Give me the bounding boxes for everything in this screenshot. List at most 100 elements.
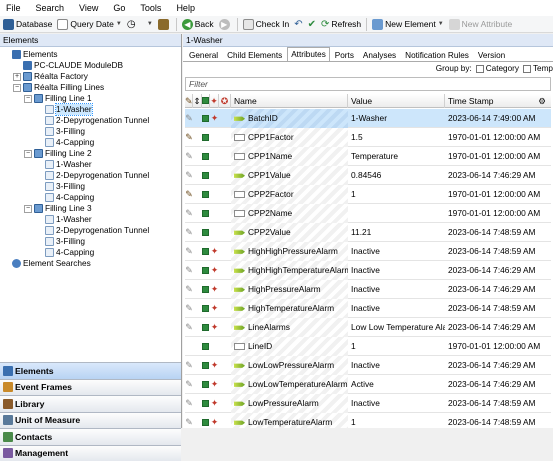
nav-item-management[interactable]: Management <box>0 445 181 461</box>
tree-node[interactable]: 1-Washer <box>35 104 92 115</box>
attribute-row[interactable]: ✎CPP1Value0.845462023-06-14 7:46:29 AM <box>185 166 551 185</box>
tree-node[interactable]: 4-Capping <box>35 247 94 258</box>
attribute-row[interactable]: ✎✦HighPressureAlarmInactive2023-06-14 7:… <box>185 280 551 299</box>
attribute-name-cell[interactable]: CPP2Value <box>231 223 348 242</box>
edit-column-pencil-icon[interactable]: ✎ <box>185 94 193 108</box>
attribute-row[interactable]: ✎✦LineAlarmsLow Low Temperature Alarm202… <box>185 318 551 337</box>
attribute-row[interactable]: ✎CPP2Factor11970-01-01 12:00:00 AM <box>185 185 551 204</box>
new-element-button[interactable]: New Element ▼ <box>372 19 444 30</box>
tree-node[interactable]: −Réalta Filling Lines <box>13 82 104 93</box>
attribute-row[interactable]: ✎✦LowLowTemperatureAlarmActive2023-06-14… <box>185 375 551 394</box>
tab-version[interactable]: Version <box>474 49 509 61</box>
expand-icon[interactable]: + <box>13 73 21 81</box>
attribute-name-cell[interactable]: CPP1Name <box>231 147 348 166</box>
tree-node[interactable]: 2-Depyrogenation Tunnel <box>35 170 149 181</box>
attribute-row[interactable]: ✎✦LowTemperatureAlarm12023-06-14 7:48:59… <box>185 413 551 428</box>
attribute-value[interactable]: Inactive <box>348 394 445 413</box>
tree-node[interactable]: Element Searches <box>2 258 91 269</box>
column-chooser-icon[interactable]: ⚙ <box>535 94 549 108</box>
column-header-name[interactable]: Name <box>231 94 348 108</box>
tree-node[interactable]: −Filling Line 2 <box>24 148 92 159</box>
tab-attributes[interactable]: Attributes <box>287 47 330 61</box>
attribute-value[interactable]: Inactive <box>348 261 445 280</box>
forward-button[interactable]: ▶ <box>219 19 232 30</box>
attribute-value[interactable]: Low Low Temperature Alarm <box>348 318 445 337</box>
new-attribute-button[interactable]: New Attribute <box>449 19 513 30</box>
column-header-timestamp[interactable]: Time Stamp <box>445 94 539 108</box>
attribute-name-cell[interactable]: BatchID <box>231 109 348 128</box>
attribute-name-cell[interactable]: CPP1Value <box>231 166 348 185</box>
attribute-value[interactable] <box>348 204 445 223</box>
tab-general[interactable]: General <box>185 49 222 61</box>
tree-node[interactable]: 4-Capping <box>35 192 94 203</box>
menu-help[interactable]: Help <box>176 3 195 13</box>
attribute-row[interactable]: ✎✦HighHighPressureAlarmInactive2023-06-1… <box>185 242 551 261</box>
attribute-value[interactable]: 1 <box>348 337 445 356</box>
tree-node[interactable]: 2-Depyrogenation Tunnel <box>35 115 149 126</box>
attribute-value[interactable]: 0.84546 <box>348 166 445 185</box>
attribute-name-cell[interactable]: LowTemperatureAlarm <box>231 413 348 428</box>
attribute-name-cell[interactable]: HighHighPressureAlarm <box>231 242 348 261</box>
collapse-icon[interactable]: − <box>24 205 32 213</box>
star-column-icon[interactable]: ✦ <box>210 94 219 108</box>
menu-go[interactable]: Go <box>113 3 125 13</box>
attribute-value[interactable]: 1.5 <box>348 128 445 147</box>
attribute-row[interactable]: ✎CPP2Name1970-01-01 12:00:00 AM <box>185 204 551 223</box>
menu-tools[interactable]: Tools <box>140 3 161 13</box>
attribute-name-cell[interactable]: HighHighTemperatureAlarm <box>231 261 348 280</box>
attribute-name-cell[interactable]: HighTemperatureAlarm <box>231 299 348 318</box>
tab-ports[interactable]: Ports <box>331 49 358 61</box>
attribute-type-column-icon[interactable]: ✪ <box>219 94 231 108</box>
attribute-name-cell[interactable]: LineAlarms <box>231 318 348 337</box>
attribute-value[interactable]: 1 <box>348 413 445 428</box>
menu-search[interactable]: Search <box>36 3 65 13</box>
clock-button[interactable]: ◷ <box>127 19 140 30</box>
tree-node[interactable]: 3-Filling <box>35 181 85 192</box>
nav-item-contacts[interactable]: Contacts <box>0 428 181 445</box>
attribute-name-cell[interactable]: LowPressureAlarm <box>231 394 348 413</box>
attribute-row[interactable]: ✎✦HighHighTemperatureAlarmInactive2023-0… <box>185 261 551 280</box>
nav-item-unit-of-measure[interactable]: Unit of Measure <box>0 412 181 429</box>
tab-child-elements[interactable]: Child Elements <box>223 49 286 61</box>
nav-item-library[interactable]: Library <box>0 395 181 412</box>
menu-file[interactable]: File <box>6 3 21 13</box>
attribute-name-cell[interactable]: LineID <box>231 337 348 356</box>
attribute-name-cell[interactable]: CPP2Name <box>231 204 348 223</box>
tree-node[interactable]: 3-Filling <box>35 126 85 137</box>
attribute-name-cell[interactable]: LowLowTemperatureAlarm <box>231 375 348 394</box>
attribute-name-cell[interactable]: CPP2Factor <box>231 185 348 204</box>
template-checkbox[interactable] <box>523 65 531 73</box>
sort-column-icon[interactable]: ⇕ <box>193 94 202 108</box>
filter-input[interactable]: Filter <box>185 77 551 91</box>
library-button[interactable] <box>158 19 171 30</box>
tree-node[interactable]: 1-Washer <box>35 159 92 170</box>
attribute-value[interactable]: 1 <box>348 185 445 204</box>
config-column-square-icon[interactable] <box>202 94 210 108</box>
chevron-down-icon[interactable]: ▼ <box>116 21 122 27</box>
attribute-name-cell[interactable]: CPP1Factor <box>231 128 348 147</box>
attribute-row[interactable]: ✎CPP1NameTemperature1970-01-01 12:00:00 … <box>185 147 551 166</box>
tree-node[interactable]: Elements <box>2 49 58 60</box>
tree-node[interactable]: −Filling Line 1 <box>24 93 92 104</box>
attribute-value[interactable]: Inactive <box>348 299 445 318</box>
back-button[interactable]: ◀ Back <box>182 19 214 30</box>
menu-view[interactable]: View <box>79 3 98 13</box>
database-button[interactable]: Database <box>3 19 52 30</box>
refresh-button[interactable]: ⟳ Refresh <box>321 19 361 30</box>
dropdown-button[interactable]: ▼ <box>145 21 153 27</box>
attribute-row[interactable]: ✎✦LowPressureAlarmInactive2023-06-14 7:4… <box>185 394 551 413</box>
collapse-icon[interactable]: − <box>13 84 21 92</box>
attribute-row[interactable]: ✎✦LowLowPressureAlarmInactive2023-06-14 … <box>185 356 551 375</box>
attribute-row[interactable]: ✎✦BatchID1-Washer2023-06-14 7:49:00 AM <box>185 109 551 128</box>
tree-node[interactable]: 1-Washer <box>35 214 92 225</box>
attribute-row[interactable]: ✎CPP2Value11.212023-06-14 7:48:59 AM <box>185 223 551 242</box>
tree-node[interactable]: +Réalta Factory <box>13 71 88 82</box>
attribute-value[interactable]: 1-Washer <box>348 109 445 128</box>
chevron-down-icon[interactable]: ▼ <box>438 21 444 27</box>
attribute-name-cell[interactable]: HighPressureAlarm <box>231 280 348 299</box>
attribute-name-cell[interactable]: LowLowPressureAlarm <box>231 356 348 375</box>
tab-analyses[interactable]: Analyses <box>359 49 400 61</box>
nav-item-event-frames[interactable]: Event Frames <box>0 379 181 396</box>
checkmark-button[interactable]: ✔ <box>308 19 316 30</box>
column-header-value[interactable]: Value <box>348 94 445 108</box>
